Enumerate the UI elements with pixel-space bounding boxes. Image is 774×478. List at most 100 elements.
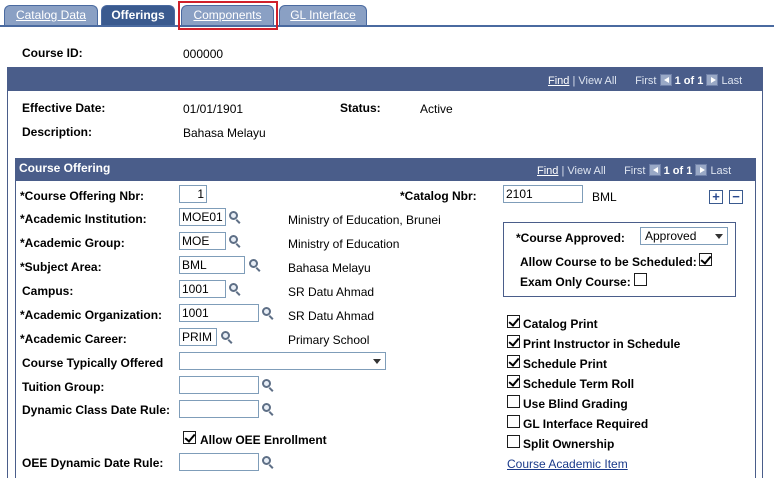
schedule-print-checkbox[interactable]: [507, 355, 520, 368]
split-ownership-checkbox[interactable]: [507, 435, 520, 448]
tuition-lookup-icon[interactable]: [261, 378, 275, 392]
status-value: Active: [420, 102, 453, 116]
schedule-term-roll-label: Schedule Term Roll: [523, 377, 635, 391]
tab-label: Offerings: [111, 8, 165, 22]
allow-oee-checkbox[interactable]: [183, 431, 196, 444]
outer-first-label: First: [635, 75, 657, 87]
exam-only-label: Exam Only Course:: [520, 275, 631, 289]
offering-prev-icon[interactable]: [648, 164, 661, 176]
blind-grading-checkbox[interactable]: [507, 395, 520, 408]
org-lookup-icon[interactable]: [261, 306, 275, 320]
dynamic-rule-input[interactable]: [179, 400, 259, 418]
campus-desc: SR Datu Ahmad: [288, 285, 375, 299]
outer-find-link[interactable]: Find: [548, 75, 569, 87]
group-desc: Ministry of Education: [288, 237, 400, 251]
dynamic-rule-lookup-icon[interactable]: [261, 402, 275, 416]
campus-input[interactable]: 1001: [179, 280, 226, 298]
exam-only-checkbox[interactable]: [634, 273, 647, 286]
offering-nbr-label: *Course Offering Nbr:: [20, 189, 145, 203]
course-id-label: Course ID:: [22, 46, 83, 60]
split-ownership-label: Split Ownership: [523, 437, 615, 451]
tab-label: Catalog Data: [15, 8, 87, 22]
career-input[interactable]: PRIM: [179, 328, 217, 346]
tab-label: GL Interface: [290, 8, 356, 22]
tuition-group-input[interactable]: [179, 376, 259, 394]
offering-count: 1 of 1: [663, 165, 693, 177]
org-input[interactable]: 1001: [179, 304, 259, 322]
career-desc: Primary School: [288, 333, 370, 347]
institution-lookup-icon[interactable]: [228, 210, 242, 224]
tab-gl-interface[interactable]: GL Interface: [279, 5, 367, 26]
offering-nbr-input[interactable]: 1: [179, 185, 207, 203]
allow-schedule-label: Allow Course to be Scheduled:: [520, 255, 697, 269]
effective-date-value: 01/01/1901: [183, 102, 244, 116]
course-approved-value: Approved: [645, 229, 697, 243]
catalog-print-checkbox[interactable]: [507, 315, 520, 328]
tab-offerings[interactable]: Offerings: [101, 5, 175, 26]
org-desc: SR Datu Ahmad: [288, 309, 375, 323]
course-academic-item-link[interactable]: Course Academic Item: [507, 457, 628, 471]
gl-interface-label: GL Interface Required: [523, 417, 649, 431]
group-input[interactable]: MOE: [179, 232, 226, 250]
status-label: Status:: [340, 101, 381, 115]
course-id-value: 000000: [183, 47, 224, 61]
course-approved-select[interactable]: Approved: [640, 227, 728, 245]
tab-divider: [0, 25, 774, 27]
career-label: *Academic Career:: [20, 332, 127, 346]
course-approved-label: *Course Approved:: [516, 231, 625, 245]
offering-view-all-link[interactable]: View All: [567, 165, 605, 177]
subject-lookup-icon[interactable]: [248, 258, 262, 272]
description-label: Description:: [22, 125, 93, 139]
institution-input[interactable]: MOE01: [179, 208, 226, 226]
subject-label: *Subject Area:: [20, 260, 102, 274]
description-value: Bahasa Melayu: [183, 126, 266, 140]
schedule-print-label: Schedule Print: [523, 357, 608, 371]
schedule-term-roll-checkbox[interactable]: [507, 375, 520, 388]
remove-row-icon[interactable]: −: [729, 190, 743, 204]
outer-view-all-link[interactable]: View All: [578, 75, 616, 87]
catalog-nbr-input[interactable]: 2101: [503, 185, 583, 203]
outer-next-icon[interactable]: [706, 74, 719, 86]
chevron-down-icon: [373, 359, 381, 364]
outer-last-label: Last: [721, 75, 743, 87]
outer-prev-icon[interactable]: [659, 74, 672, 86]
offering-last-label: Last: [710, 165, 732, 177]
tab-bar: Catalog Data Offerings Components GL Int…: [0, 0, 774, 27]
group-label: *Academic Group:: [20, 236, 125, 250]
career-lookup-icon[interactable]: [220, 330, 234, 344]
allow-oee-label: Allow OEE Enrollment: [200, 433, 327, 447]
org-label: *Academic Organization:: [20, 308, 163, 322]
print-instructor-label: Print Instructor in Schedule: [523, 337, 681, 351]
effective-date-label: Effective Date:: [22, 101, 106, 115]
blind-grading-label: Use Blind Grading: [523, 397, 628, 411]
institution-label: *Academic Institution:: [20, 212, 147, 226]
chevron-down-icon: [715, 234, 723, 239]
components-tab-highlight: [178, 1, 278, 30]
offering-first-label: First: [624, 165, 646, 177]
subject-input[interactable]: BML: [179, 256, 245, 274]
outer-nav: Find | View All First 1 of 1 Last: [548, 74, 743, 87]
offering-nav: Find | View All First 1 of 1 Last: [537, 164, 732, 177]
group-lookup-icon[interactable]: [228, 234, 242, 248]
oee-rule-input[interactable]: [179, 453, 259, 471]
offering-find-link[interactable]: Find: [537, 165, 558, 177]
offering-next-icon[interactable]: [695, 164, 708, 176]
dynamic-rule-label: Dynamic Class Date Rule:: [22, 403, 171, 417]
subject-desc: Bahasa Melayu: [288, 261, 371, 275]
outer-count: 1 of 1: [674, 75, 704, 87]
campus-lookup-icon[interactable]: [228, 282, 242, 296]
typically-offered-select[interactable]: [179, 352, 386, 370]
print-instructor-checkbox[interactable]: [507, 335, 520, 348]
oee-rule-lookup-icon[interactable]: [261, 455, 275, 469]
tuition-group-label: Tuition Group:: [22, 380, 105, 394]
add-row-icon[interactable]: +: [709, 190, 723, 204]
catalog-print-label: Catalog Print: [523, 317, 598, 331]
catalog-nbr-label: *Catalog Nbr:: [400, 189, 477, 203]
typically-offered-label: Course Typically Offered: [22, 356, 164, 370]
catalog-nbr-desc: BML: [592, 190, 617, 204]
course-offering-title: Course Offering: [19, 161, 111, 175]
tab-catalog-data[interactable]: Catalog Data: [4, 5, 98, 26]
allow-schedule-checkbox[interactable]: [699, 253, 712, 266]
gl-interface-checkbox[interactable]: [507, 415, 520, 428]
campus-label: Campus:: [22, 284, 74, 298]
